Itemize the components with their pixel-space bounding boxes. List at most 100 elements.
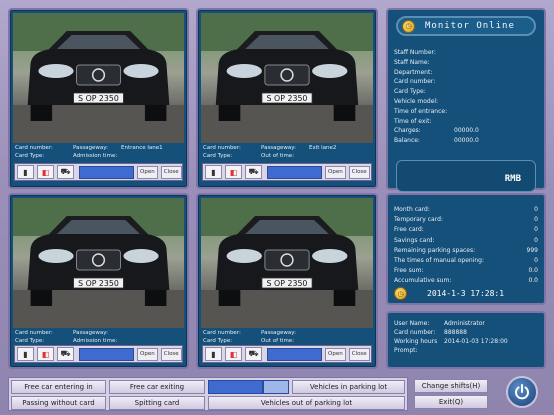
card-type-label: Card Type:: [15, 153, 45, 159]
stat-label: Temporary card:: [394, 216, 443, 224]
stat-value: 0: [534, 257, 538, 265]
stat-label: Accumulative sum:: [394, 277, 452, 285]
open-button[interactable]: Open: [325, 165, 346, 179]
stat-value: 0: [534, 206, 538, 213]
car-image: S OP 2350: [201, 198, 373, 328]
datetime-row: ◷ 2014-1-3 17:28:1: [394, 287, 504, 300]
field-label: Card Type:: [394, 88, 426, 96]
card-reader-icon[interactable]: ◧: [225, 347, 242, 361]
close-button[interactable]: Close: [160, 347, 182, 361]
plate-text: S OP 2350: [267, 279, 308, 288]
user-value: 2014-01-03 17:28:00: [444, 338, 508, 345]
time-label: Admission time:: [73, 153, 118, 159]
camera-panel-1: S OP 2350 Card number: Passageway: Entranc…: [8, 8, 189, 189]
passing-without-card-button[interactable]: Passing without card: [11, 396, 106, 410]
car-photo: S OP 2350: [201, 13, 373, 143]
free-car-exiting-button[interactable]: Free car exiting: [109, 380, 205, 394]
plate-input[interactable]: [79, 165, 134, 179]
plate-search-field[interactable]: [208, 380, 263, 394]
close-button[interactable]: Close: [160, 165, 182, 179]
car-image: S OP 2350: [13, 13, 184, 143]
field-label: Card number:: [394, 78, 436, 86]
close-button[interactable]: Close: [348, 165, 370, 179]
stat-value: 0.0: [528, 277, 538, 285]
barrier-icon[interactable]: ▮: [17, 165, 34, 179]
balance-value: 00000.0: [454, 137, 479, 145]
plate-input[interactable]: [267, 347, 322, 361]
plate-input[interactable]: [79, 347, 134, 361]
stat-label: Free card:: [394, 226, 424, 234]
vehicles-in-lot-button[interactable]: Vehicles in parking lot: [292, 380, 405, 394]
passageway-label: Passageway:: [261, 145, 296, 151]
bottom-toolbar: Free car entering in Free car exiting Ve…: [8, 377, 408, 411]
car-icon[interactable]: ⛟: [57, 165, 74, 179]
time-label: Out of time:: [261, 153, 295, 159]
exit-button[interactable]: Exit(Q): [414, 395, 488, 409]
stat-label: Free sum:: [394, 267, 424, 275]
lane-controls: ▮ ◧ ⛟ Open Close: [202, 345, 372, 363]
power-button[interactable]: [506, 376, 538, 408]
user-panel: User Name: Administrator Card number: 8888…: [386, 311, 546, 369]
field-label: Time of entrance:: [394, 107, 448, 115]
barrier-icon[interactable]: ▮: [205, 347, 222, 361]
clock-icon: ◷: [402, 19, 415, 33]
passageway-value: Exit lane2: [309, 145, 337, 151]
open-button[interactable]: Open: [137, 165, 158, 179]
open-button[interactable]: Open: [137, 347, 158, 361]
car-photo: S OP 2350: [201, 198, 373, 328]
barrier-icon[interactable]: ▮: [205, 165, 222, 179]
monitor-panel: ◷ Monitor Online Staff Number: Staff Nam…: [386, 8, 546, 192]
spitting-card-button[interactable]: Spitting card: [109, 396, 205, 410]
stats-list: Month card: 0 Temporary card: 0 Free card:…: [394, 205, 538, 287]
card-type-label: Card Type:: [15, 338, 45, 344]
card-number-label: Card number:: [15, 145, 53, 151]
card-reader-icon[interactable]: ◧: [37, 347, 54, 361]
stat-value: 0: [534, 216, 538, 224]
time-label: Out of time:: [261, 338, 295, 344]
car-icon[interactable]: ⛟: [245, 347, 262, 361]
car-icon[interactable]: ⛟: [57, 347, 74, 361]
power-icon: [515, 384, 529, 400]
open-button[interactable]: Open: [325, 347, 346, 361]
card-type-label: Card Type:: [203, 338, 233, 344]
card-reader-icon[interactable]: ◧: [225, 165, 242, 179]
lane-controls: ▮ ◧ ⛟ Open Close: [14, 163, 183, 181]
lane-controls: ▮ ◧ ⛟ Open Close: [14, 345, 183, 363]
card-number-label: Card number:: [203, 145, 241, 151]
barrier-icon[interactable]: ▮: [17, 347, 34, 361]
user-label: Prompt:: [394, 347, 418, 354]
passageway-label: Passageway:: [73, 145, 108, 151]
charges-value: 00000.0: [454, 127, 479, 135]
charges-label: Charges:: [394, 127, 421, 135]
stat-label: Remaining parking spaces:: [394, 246, 476, 254]
change-shifts-button[interactable]: Change shifts(H): [414, 379, 488, 393]
plate-text: S OP 2350: [267, 94, 308, 103]
card-number-label: Card number:: [203, 330, 241, 336]
card-reader-icon[interactable]: ◧: [37, 165, 54, 179]
card-number-label: Card number:: [15, 330, 53, 336]
user-label: Working hours: [394, 338, 438, 345]
plate-input[interactable]: [267, 165, 322, 179]
car-icon[interactable]: ⛟: [245, 165, 262, 179]
plate-text: S OP 2350: [78, 94, 119, 103]
monitor-fields: Staff Number: Staff Name: Department: Ca…: [394, 48, 538, 146]
close-button[interactable]: Close: [348, 347, 370, 361]
user-value: Administrator: [444, 320, 485, 327]
plate-search-field-extra[interactable]: [263, 380, 289, 394]
stat-label: The times of manual opening:: [394, 257, 484, 265]
datetime-text: 2014-1-3 17:28:1: [427, 289, 505, 298]
car-image: S OP 2350: [13, 198, 184, 328]
user-value: 888888: [444, 329, 467, 336]
field-label: Vehicle model:: [394, 97, 439, 105]
passageway-label: Passageway:: [261, 330, 296, 336]
stat-label: Savings card:: [394, 236, 435, 244]
vehicles-out-of-lot-button[interactable]: Vehicles out of parking lot: [208, 396, 405, 410]
stat-label: Month card:: [394, 206, 430, 213]
car-photo: S OP 2350: [13, 198, 184, 328]
monitor-title-bar: ◷ Monitor Online: [396, 16, 536, 36]
field-label: Department:: [394, 68, 433, 76]
currency-label: RMB: [504, 174, 521, 184]
user-label: Card number:: [394, 329, 436, 336]
free-car-entering-button[interactable]: Free car entering in: [11, 380, 106, 394]
stat-value: 0: [534, 236, 538, 244]
